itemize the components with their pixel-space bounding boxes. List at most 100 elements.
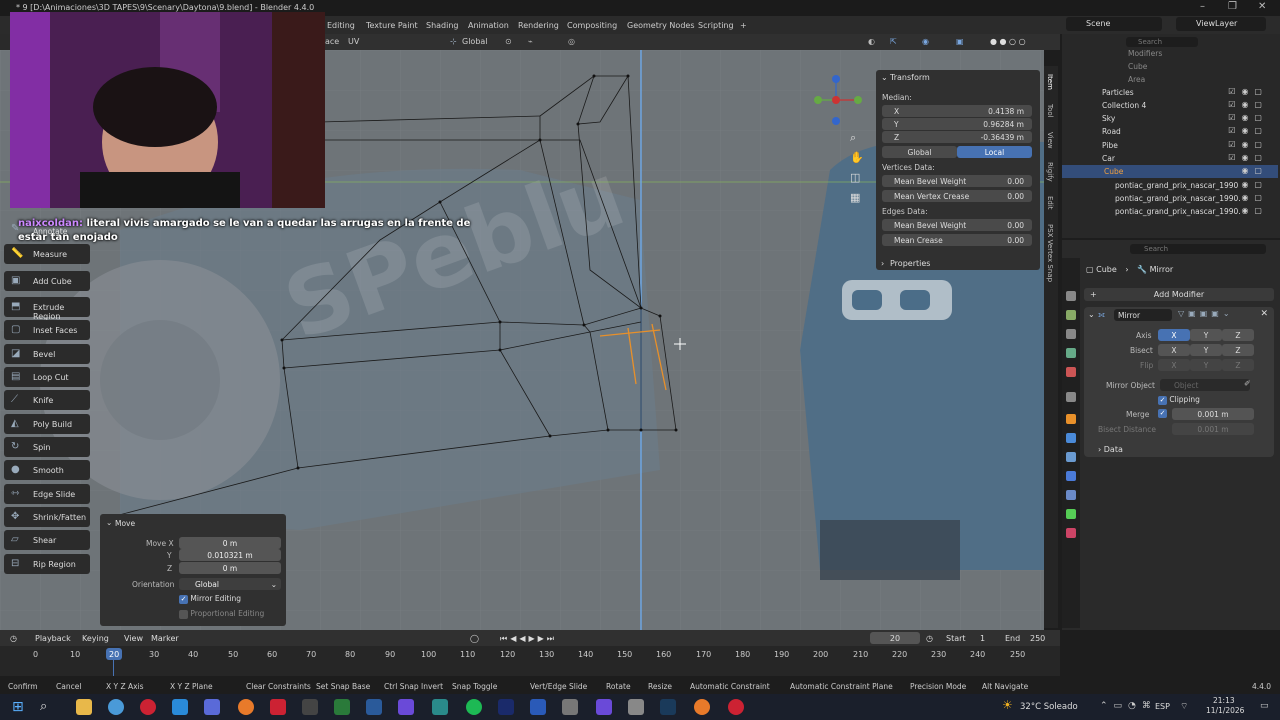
- visibility-icons[interactable]: ◉▢: [1241, 166, 1268, 175]
- add-modifier-button[interactable]: + Add Modifier: [1084, 288, 1274, 301]
- pivot-icon[interactable]: ⊙: [505, 37, 512, 46]
- gizmo-icon[interactable]: ⇱: [890, 37, 897, 46]
- median-y-field[interactable]: Y 0.96284 m: [882, 118, 1032, 130]
- search-icon[interactable]: ⌕: [40, 699, 47, 714]
- tray-icons[interactable]: ⌃▭◔⌘: [1100, 701, 1157, 711]
- app-icon[interactable]: [432, 699, 448, 715]
- visibility-icons[interactable]: ☑◉▢: [1228, 100, 1268, 109]
- tool-bevel[interactable]: ◪ Bevel: [4, 344, 90, 364]
- view-menu[interactable]: View: [124, 634, 143, 643]
- tool-knife[interactable]: ⟋ Knife: [4, 390, 90, 410]
- tool-tab-icon[interactable]: [1066, 291, 1076, 301]
- chevron-down-icon[interactable]: ⌄: [1088, 310, 1095, 319]
- material-tab-icon[interactable]: [1066, 528, 1076, 538]
- axis-z-toggle[interactable]: Z: [1222, 329, 1254, 341]
- proportional-editing-checkbox[interactable]: ✓ Proportional Editing: [179, 609, 264, 619]
- clipping-checkbox[interactable]: ✓ Clipping: [1158, 395, 1200, 405]
- tab-animation[interactable]: Animation: [468, 21, 509, 30]
- mean-bevel-weight-field[interactable]: Mean Bevel Weight 0.00: [882, 175, 1032, 187]
- blender-icon[interactable]: [238, 699, 254, 715]
- global-toggle[interactable]: Global: [882, 146, 957, 158]
- outliner-row[interactable]: pontiac_grand_prix_nascar_1990 ◉▢: [1062, 179, 1278, 192]
- properties-panel-header[interactable]: › Properties: [876, 256, 930, 271]
- playback-controls-icon[interactable]: ⏮◀◀▶▶⏭: [500, 634, 557, 644]
- record-icon[interactable]: ◯: [470, 634, 479, 643]
- edge-icon[interactable]: [172, 699, 188, 715]
- language-indicator[interactable]: ESP: [1155, 702, 1170, 711]
- tab-edit[interactable]: Edit: [1046, 196, 1054, 210]
- app-icon[interactable]: [628, 699, 644, 715]
- outliner-row[interactable]: Area: [1062, 73, 1278, 86]
- camera-icon[interactable]: ◫: [850, 171, 860, 184]
- output-tab-icon[interactable]: [1066, 329, 1076, 339]
- visibility-icons[interactable]: ◉▢: [1241, 180, 1268, 189]
- constraints-tab-icon[interactable]: [1066, 490, 1076, 500]
- scene-selector[interactable]: Scene: [1066, 17, 1162, 31]
- tool-rip-region[interactable]: ⊟ Rip Region: [4, 554, 90, 574]
- tab-rigify[interactable]: Rigify: [1046, 162, 1054, 182]
- tab-shading[interactable]: Shading: [426, 21, 459, 30]
- clock-time[interactable]: 21:13: [1213, 696, 1235, 705]
- app-icon[interactable]: [270, 699, 286, 715]
- edge-mean-bevel-weight-field[interactable]: Mean Bevel Weight 0.00: [882, 219, 1032, 231]
- add-workspace-icon[interactable]: +: [740, 21, 747, 30]
- mirror-editing-checkbox[interactable]: ✓ Mirror Editing: [179, 594, 241, 604]
- tool-poly-build[interactable]: ◭ Poly Build: [4, 414, 90, 434]
- opera-icon[interactable]: [140, 699, 156, 715]
- move-y-field[interactable]: 0.010321 m: [179, 549, 281, 561]
- marker-menu[interactable]: Marker: [151, 634, 179, 643]
- axis-x-toggle[interactable]: X: [1158, 329, 1190, 341]
- keying-menu[interactable]: Keying: [82, 634, 109, 643]
- mean-crease-field[interactable]: Mean Crease 0.00: [882, 234, 1032, 246]
- tab-scripting[interactable]: Scripting: [698, 21, 734, 30]
- move-x-field[interactable]: 0 m: [179, 537, 281, 549]
- axis-y-toggle[interactable]: Y: [1190, 329, 1222, 341]
- outliner-search-input[interactable]: Search: [1126, 37, 1198, 47]
- tab-geometry-nodes[interactable]: Geometry Nodes: [627, 21, 694, 30]
- bisect-distance-field[interactable]: 0.001 m: [1172, 423, 1254, 435]
- xray-icon[interactable]: ▣: [956, 37, 964, 46]
- visibility-icons[interactable]: ☑◉▢: [1228, 140, 1268, 149]
- app-icon[interactable]: [366, 699, 382, 715]
- minimize-icon[interactable]: –: [1200, 1, 1205, 12]
- modifier-tab-icon[interactable]: [1066, 433, 1076, 443]
- file-explorer-icon[interactable]: [76, 699, 92, 715]
- tool-shear[interactable]: ▱ Shear: [4, 530, 90, 550]
- data-subpanel-header[interactable]: › Data: [1098, 445, 1123, 454]
- app-icon[interactable]: [302, 699, 318, 715]
- merge-distance-field[interactable]: 0.001 m: [1172, 408, 1254, 420]
- object-tab-icon[interactable]: [1066, 414, 1076, 424]
- outliner-row[interactable]: Modifiers: [1062, 47, 1278, 60]
- flip-y-toggle[interactable]: Y: [1190, 359, 1222, 371]
- start-frame-field[interactable]: 1: [980, 634, 985, 643]
- overlay-icon[interactable]: ◉: [922, 37, 929, 46]
- notification-icon[interactable]: ▭: [1260, 701, 1269, 711]
- app-icon[interactable]: [398, 699, 414, 715]
- view-layer-selector[interactable]: ViewLayer: [1176, 17, 1266, 31]
- tab-rendering[interactable]: Rendering: [518, 21, 559, 30]
- tab-view[interactable]: View: [1046, 132, 1054, 149]
- tab-compositing[interactable]: Compositing: [567, 21, 617, 30]
- proportional-icon[interactable]: ◎: [568, 37, 575, 46]
- settings-icon[interactable]: [562, 699, 578, 715]
- tool-measure[interactable]: 📏 Measure: [4, 244, 90, 264]
- outliner-row[interactable]: pontiac_grand_prix_nascar_1990. ◉▢: [1062, 205, 1278, 218]
- local-toggle[interactable]: Local: [957, 146, 1032, 158]
- visibility-icons[interactable]: ◉▢: [1241, 193, 1268, 202]
- clock-date[interactable]: 11/1/2026: [1206, 706, 1244, 715]
- tab-tool[interactable]: Tool: [1046, 104, 1054, 118]
- close-icon[interactable]: ✕: [1258, 1, 1266, 12]
- steam-icon[interactable]: [660, 699, 676, 715]
- tool-extrude-region[interactable]: ⬒ Extrude Region: [4, 297, 90, 321]
- merge-checkbox[interactable]: ✓: [1158, 409, 1167, 418]
- outliner-row[interactable]: Cube: [1062, 60, 1278, 73]
- orientation-select[interactable]: Global ⌄: [179, 578, 281, 590]
- outliner-row[interactable]: Sky ☑◉▢: [1062, 112, 1278, 125]
- visibility-icons[interactable]: ◉▢: [1241, 206, 1268, 215]
- physics-tab-icon[interactable]: [1066, 471, 1076, 481]
- tab-editing[interactable]: Editing: [327, 21, 355, 30]
- modifier-toggle-icons[interactable]: ▽▣▣▣⌄: [1178, 309, 1234, 318]
- render-tab-icon[interactable]: [1066, 310, 1076, 320]
- timeline-editor-icon[interactable]: ◷: [10, 634, 17, 643]
- bisect-x-toggle[interactable]: X: [1158, 344, 1190, 356]
